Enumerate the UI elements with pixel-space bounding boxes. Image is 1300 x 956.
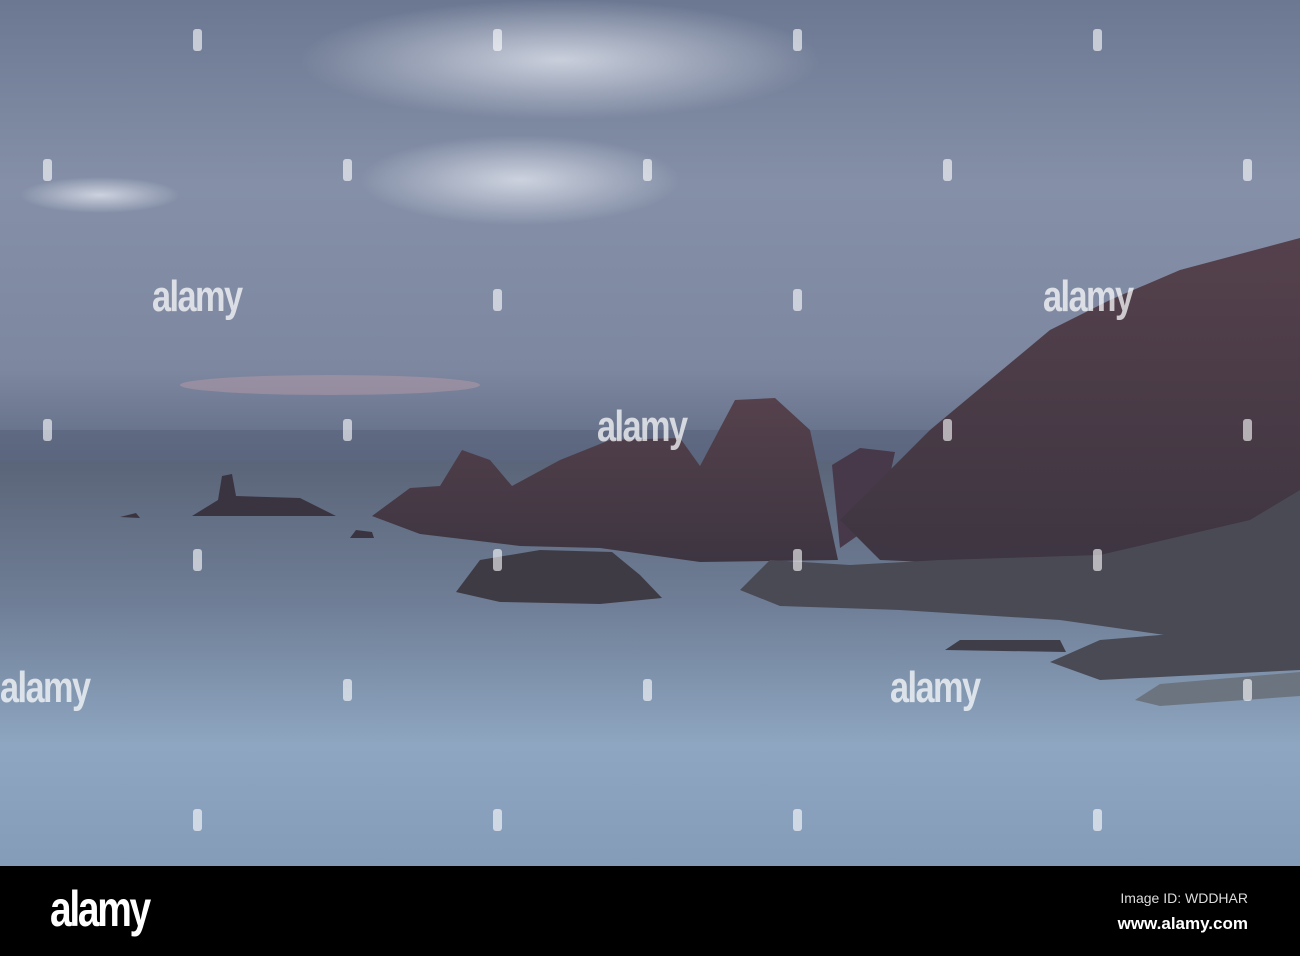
watermark-mark <box>43 419 52 441</box>
watermark-mark <box>493 289 502 311</box>
website-link[interactable]: www.alamy.com <box>1118 914 1248 934</box>
watermark-mark <box>943 419 952 441</box>
watermark-mark <box>1093 29 1102 51</box>
watermark-mark <box>193 29 202 51</box>
watermark-mark <box>1243 419 1252 441</box>
watermark-mark <box>793 809 802 831</box>
watermark-mark <box>1093 809 1102 831</box>
stock-photo-page: alamy alamy alamy alamy alamy alamy Imag… <box>0 0 1300 956</box>
watermark-mark <box>643 679 652 701</box>
footer-bar: alamy Image ID: WDDHAR www.alamy.com <box>0 866 1300 956</box>
watermark-mark <box>1243 679 1252 701</box>
watermark-mark <box>943 159 952 181</box>
watermark-mark <box>43 159 52 181</box>
watermark-mark <box>1093 549 1102 571</box>
watermark-mark <box>793 289 802 311</box>
coastline-photo <box>0 0 1300 866</box>
image-id: Image ID: WDDHAR <box>1120 890 1248 906</box>
watermark-mark <box>343 679 352 701</box>
watermark-mark <box>793 549 802 571</box>
brand-logo: alamy <box>50 881 151 937</box>
watermark-mark <box>193 549 202 571</box>
watermark-mark <box>343 419 352 441</box>
watermark-mark <box>643 159 652 181</box>
watermark-mark <box>493 809 502 831</box>
watermark-mark <box>1243 159 1252 181</box>
watermark-mark <box>793 29 802 51</box>
watermark-mark <box>493 549 502 571</box>
watermark-mark <box>493 29 502 51</box>
watermark-mark <box>343 159 352 181</box>
watermark-mark <box>193 809 202 831</box>
